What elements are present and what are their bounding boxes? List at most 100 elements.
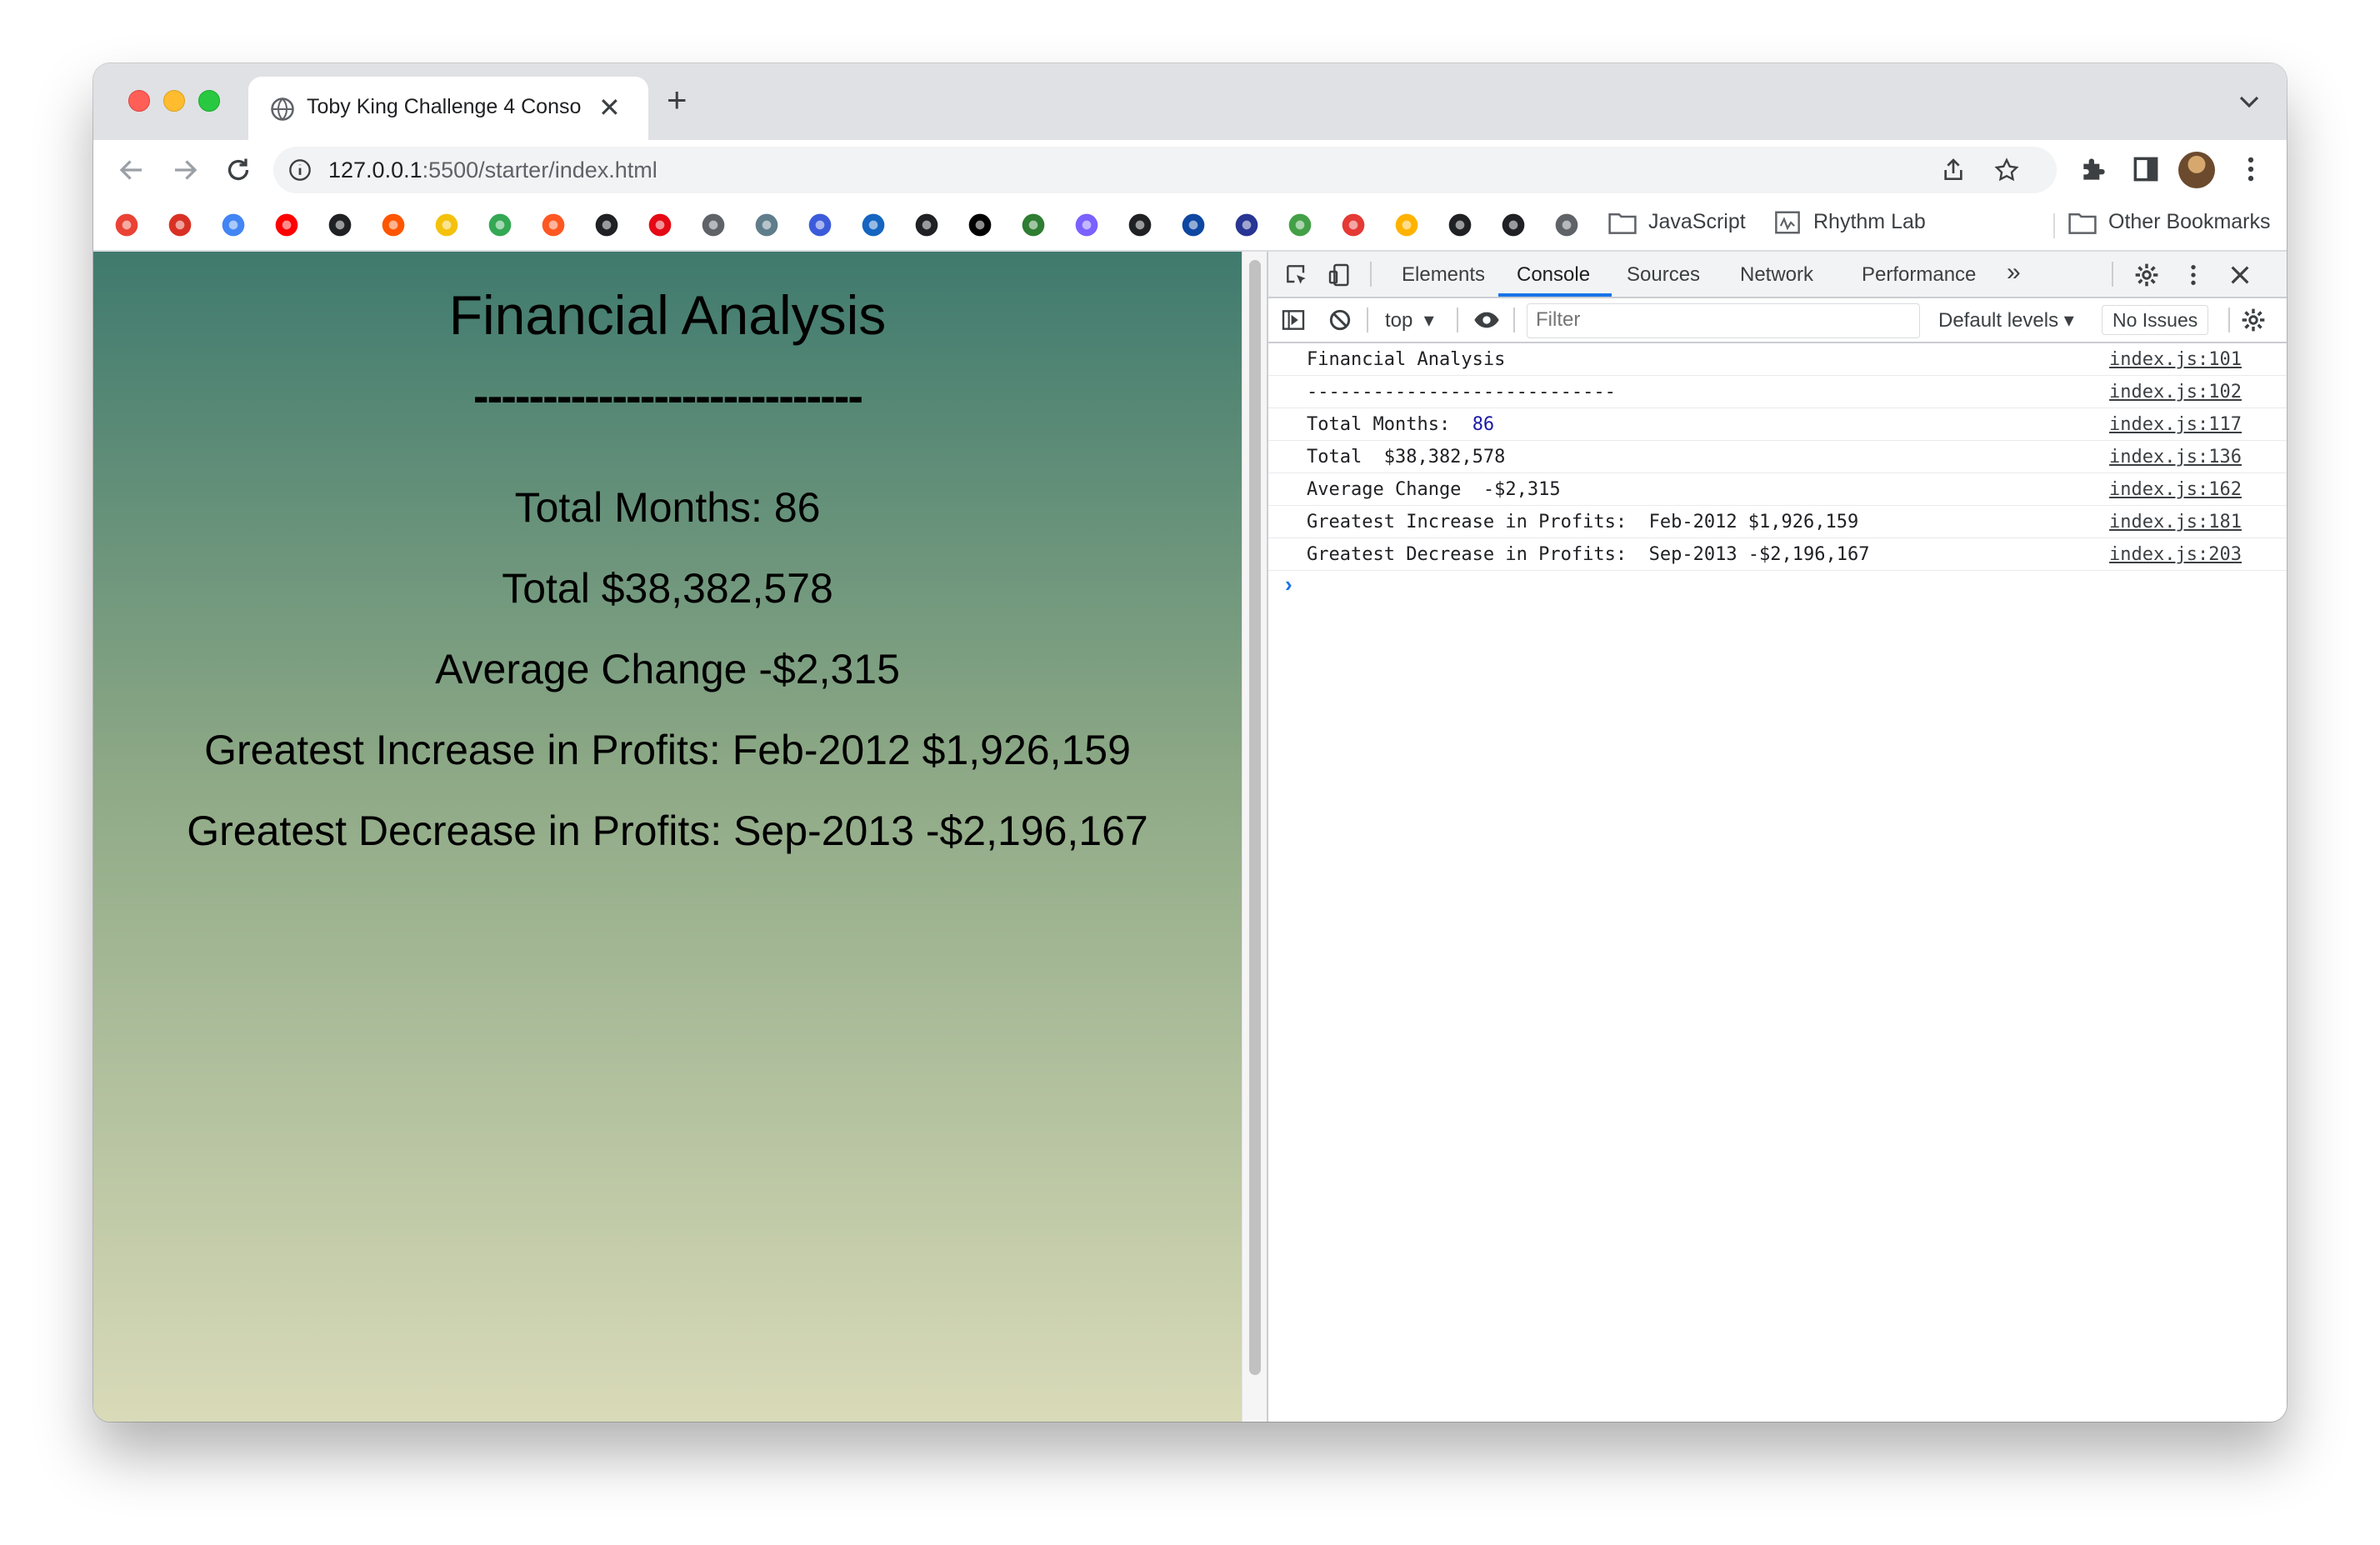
bookmark-favicon-icon[interactable]	[807, 212, 833, 238]
settings-gear-icon[interactable]	[2133, 262, 2160, 288]
tab-search-chevron-icon[interactable]	[2237, 92, 2262, 112]
bookmark-favicon-icon[interactable]	[220, 212, 247, 238]
filter-separator	[1367, 308, 1368, 332]
tab-strip: Toby King Challenge 4 Console ✕ +	[93, 63, 2287, 140]
new-tab-button[interactable]: +	[667, 82, 688, 118]
tab-console[interactable]: Console	[1517, 263, 1590, 287]
log-levels-dropdown[interactable]: Default levels ▾	[1938, 308, 2074, 332]
issues-button[interactable]: No Issues	[2102, 305, 2209, 335]
bookmark-favicon-icon[interactable]	[167, 212, 193, 238]
bookmark-favicon-icon[interactable]	[113, 212, 140, 238]
bookmark-favicon-icon[interactable]	[1180, 212, 1207, 238]
greatest-increase-text: Greatest Increase in Profits: Feb-2012 $…	[204, 727, 1131, 773]
log-message: Average Change -$2,315	[1307, 479, 1561, 500]
bookmark-favicon-icon[interactable]	[380, 212, 407, 238]
log-message: Total Months: 86	[1307, 414, 1495, 435]
console-settings-gear-icon[interactable]	[2240, 307, 2267, 333]
bookmark-favicon-icon[interactable]	[1233, 212, 1260, 238]
bookmark-favicon-icon[interactable]	[700, 212, 727, 238]
bookmark-favicon-icon[interactable]	[1553, 212, 1580, 238]
bookmark-folder-javascript[interactable]: JavaScript	[1608, 210, 1746, 240]
filter-separator	[2228, 308, 2230, 332]
log-source-link[interactable]: index.js:181	[2109, 512, 2242, 532]
bookmark-favicon-icon[interactable]	[273, 212, 300, 238]
bookmark-favicon-icon[interactable]	[1447, 212, 1473, 238]
log-source-link[interactable]: index.js:101	[2109, 349, 2242, 370]
tab-performance[interactable]: Performance	[1862, 263, 1976, 287]
sidebar-toggle-icon[interactable]	[1280, 307, 1307, 333]
bookmark-favicon-icon[interactable]	[1500, 212, 1527, 238]
console-filter-field[interactable]	[1527, 303, 1920, 338]
console-prompt-chevron-icon[interactable]: ›	[1285, 572, 1292, 598]
close-window-button[interactable]	[128, 90, 150, 112]
zoom-window-button[interactable]	[198, 90, 220, 112]
tab-close-icon[interactable]: ✕	[598, 93, 621, 122]
reload-icon[interactable]	[223, 155, 253, 185]
devtools-menu-icon[interactable]	[2180, 262, 2207, 288]
log-source-link[interactable]: index.js:102	[2109, 382, 2242, 402]
page-scrollbar[interactable]	[1242, 252, 1268, 1422]
context-selector[interactable]: top ▾	[1385, 308, 1434, 332]
browser-window: Toby King Challenge 4 Console ✕ + 127.0.…	[93, 63, 2287, 1422]
average-change-text: Average Change -$2,315	[435, 646, 900, 692]
address-bar[interactable]: 127.0.0.1:5500/starter/index.html	[273, 147, 2057, 193]
device-toolbar-icon[interactable]	[1327, 262, 1353, 288]
log-source-link[interactable]: index.js:136	[2109, 447, 2242, 468]
browser-tab-active[interactable]: Toby King Challenge 4 Console ✕	[248, 77, 648, 140]
back-arrow-icon[interactable]	[117, 155, 147, 185]
log-message: Greatest Increase in Profits: Feb-2012 $…	[1307, 512, 1859, 532]
more-menu-icon[interactable]	[2235, 153, 2267, 185]
bookmark-favicon-icon[interactable]	[1287, 212, 1313, 238]
minimize-window-button[interactable]	[163, 90, 185, 112]
bookmark-folder-other[interactable]: Other Bookmarks	[2068, 210, 2271, 240]
log-message: Total $38,382,578	[1307, 447, 1506, 468]
console-log-row: Financial Analysis index.js:101	[1268, 343, 2287, 376]
log-source-link[interactable]: index.js:117	[2109, 414, 2242, 435]
page-scrollbar-thumb[interactable]	[1249, 260, 1261, 1375]
bookmarks-bar: JavaScript Rhythm Lab Other Bookmarks	[93, 200, 2287, 252]
bookmark-favicon-icon[interactable]	[327, 212, 353, 238]
share-icon[interactable]	[1940, 157, 1967, 183]
inspect-element-icon[interactable]	[1283, 262, 1310, 288]
filter-separator	[1513, 308, 1515, 332]
bookmark-rhythm-lab[interactable]: Rhythm Lab	[1773, 210, 1926, 240]
log-source-link[interactable]: index.js:162	[2109, 479, 2242, 500]
tab-elements[interactable]: Elements	[1402, 263, 1485, 287]
bookmark-favicon-icon[interactable]	[1127, 212, 1153, 238]
tab-network[interactable]: Network	[1740, 263, 1813, 287]
more-tabs-chevron-icon[interactable]: »	[2007, 258, 2021, 287]
log-message: ----------------------------	[1307, 382, 1616, 402]
console-log-row: ---------------------------- index.js:10…	[1268, 376, 2287, 408]
folder-icon	[1608, 213, 1637, 235]
side-panel-icon[interactable]	[2130, 153, 2162, 185]
forward-arrow-icon[interactable]	[170, 155, 200, 185]
bookmark-favicon-icon[interactable]	[967, 212, 993, 238]
log-source-link[interactable]: index.js:203	[2109, 544, 2242, 565]
bookmark-favicon-icon[interactable]	[1340, 212, 1367, 238]
bookmark-favicon-icon[interactable]	[487, 212, 513, 238]
bookmark-favicon-icon[interactable]	[913, 212, 940, 238]
bookmark-favicon-icon[interactable]	[1073, 212, 1100, 238]
clear-console-icon[interactable]	[1327, 307, 1353, 333]
bookmark-star-icon[interactable]	[1993, 157, 2020, 183]
tab-title: Toby King Challenge 4 Console	[307, 95, 582, 118]
bookmark-favicon-icon[interactable]	[1393, 212, 1420, 238]
bookmark-favicon-icon[interactable]	[593, 212, 620, 238]
bookmark-favicon-icon[interactable]	[540, 212, 567, 238]
filter-input[interactable]	[1528, 304, 1904, 336]
bookmark-favicon-icon[interactable]	[647, 212, 673, 238]
tab-sources[interactable]: Sources	[1627, 263, 1700, 287]
devtools-panel: Elements Console Sources Network Perform…	[1267, 252, 2287, 1422]
bookmark-favicon-icon[interactable]	[753, 212, 780, 238]
profile-avatar[interactable]	[2178, 152, 2215, 188]
close-devtools-icon[interactable]	[2227, 262, 2253, 288]
extensions-puzzle-icon[interactable]	[2078, 153, 2110, 185]
bookmark-favicon-icon[interactable]	[433, 212, 460, 238]
total-text: Total $38,382,578	[502, 565, 833, 612]
site-info-icon[interactable]	[288, 158, 312, 182]
live-expression-eye-icon[interactable]	[1473, 307, 1500, 333]
console-filter-bar: top ▾ Default levels ▾ No Issues	[1268, 298, 2287, 343]
bookmark-favicon-icon[interactable]	[1020, 212, 1047, 238]
bookmark-favicon-icon[interactable]	[860, 212, 887, 238]
address-url[interactable]: 127.0.0.1:5500/starter/index.html	[328, 158, 658, 183]
